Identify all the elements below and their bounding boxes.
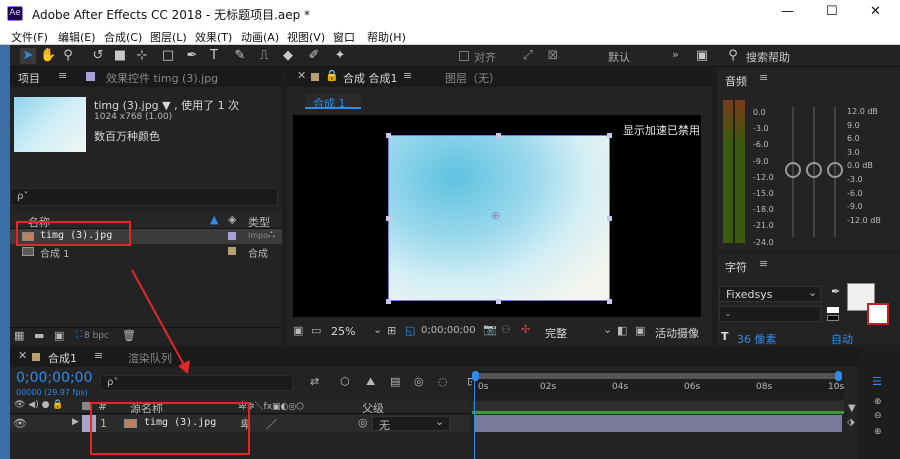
desktop-edge	[0, 45, 10, 459]
annotation-arrow-head	[178, 360, 190, 374]
annotation-arrow-overlay	[131, 269, 190, 374]
annotation-arrow-line	[131, 269, 185, 366]
